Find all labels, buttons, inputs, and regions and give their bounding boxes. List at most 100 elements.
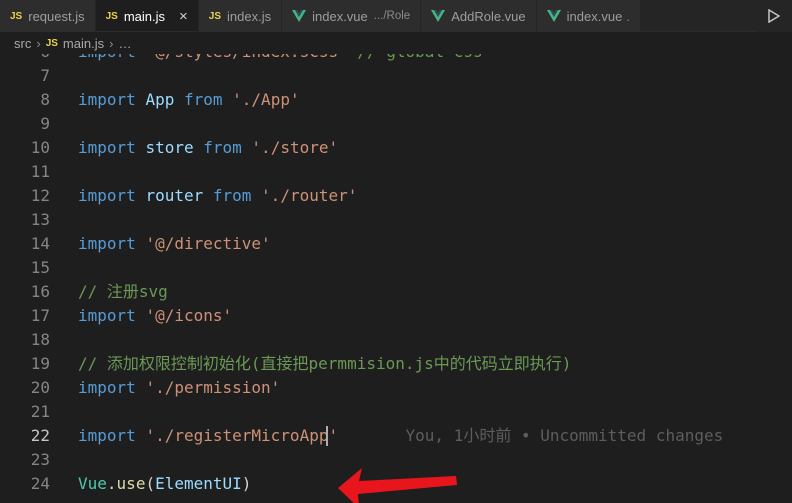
code-editor[interactable]: 6 import '@/styles/index.scss' // global … [0, 54, 792, 503]
vue-file-icon [546, 10, 561, 22]
tab-index-vue[interactable]: index.vue .../Role [282, 0, 422, 31]
line-number: 10 [30, 138, 50, 157]
code-line[interactable]: 12 import router from './router' [0, 184, 792, 208]
line-number: 18 [30, 330, 50, 349]
tab-addrole-vue[interactable]: AddRole.vue [421, 0, 537, 31]
line-number: 7 [40, 66, 50, 85]
code-line[interactable]: 6 import '@/styles/index.scss' // global … [0, 54, 792, 64]
text-cursor [326, 426, 328, 446]
line-number: 12 [30, 186, 50, 205]
code-token: Vue [78, 474, 107, 493]
code-token: import [78, 90, 136, 109]
code-token: import [78, 306, 136, 325]
line-code: import store from './store' [78, 136, 338, 160]
code-line[interactable]: 15 [0, 256, 792, 280]
tab-request-js[interactable]: JS request.js [0, 0, 96, 31]
code-token: // global css [357, 54, 482, 61]
code-token: '@/styles/index.scss' [145, 54, 347, 61]
editor-tab-bar: JS request.js JS main.js × JS index.js index.vu… [0, 0, 792, 32]
code-token: from [203, 138, 242, 157]
code-line[interactable]: 7 [0, 64, 792, 88]
code-line[interactable]: 16 // 注册svg [0, 280, 792, 304]
vue-file-icon [292, 10, 307, 22]
line-code: import './registerMicroApp' You, 1小时前 • … [78, 424, 723, 448]
line-code: import '@/directive' [78, 232, 271, 256]
tab-index-js[interactable]: JS index.js [198, 0, 283, 31]
vue-file-icon [431, 10, 446, 22]
code-token: '@/icons' [145, 306, 233, 325]
tab-index-vue[interactable]: index.vue. [536, 0, 641, 31]
code-line[interactable]: 10 import store from './store' [0, 136, 792, 160]
code-token: ( [145, 474, 156, 493]
code-line[interactable]: 8 import App from './App' [0, 88, 792, 112]
tab-label: index.vue [566, 8, 623, 24]
line-code: import router from './router' [78, 184, 357, 208]
code-line[interactable]: 22 import './registerMicroApp' You, 1小时前 … [0, 424, 792, 448]
tab-truncation: . [626, 8, 630, 24]
tab-label: main.js [123, 8, 166, 24]
code-line[interactable]: 9 [0, 112, 792, 136]
line-number: 19 [30, 354, 50, 373]
code-token: // 注册svg [78, 282, 168, 301]
code-line[interactable]: 21 [0, 400, 792, 424]
line-code: import '@/icons' [78, 304, 232, 328]
code-line[interactable]: 17 import '@/icons' [0, 304, 792, 328]
tab-main-js[interactable]: JS main.js × [95, 0, 199, 31]
line-number: 13 [30, 210, 50, 229]
code-line[interactable]: 19 // 添加权限控制初始化(直接把permmision.js中的代码立即执行) [0, 352, 792, 376]
line-number: 23 [30, 450, 50, 469]
annotation-arrow-icon [338, 468, 457, 503]
js-file-icon: JS [105, 10, 118, 22]
code-token: import [78, 234, 136, 253]
tab-label: AddRole.vue [451, 8, 526, 24]
line-number: 6 [0, 54, 50, 64]
code-token: import [78, 378, 136, 397]
code-line[interactable]: 14 import '@/directive' [0, 232, 792, 256]
close-icon[interactable]: × [179, 9, 188, 24]
code-token: // 添加权限控制初始化(直接把permmision.js中的代码立即执行) [78, 354, 572, 373]
line-number: 20 [30, 378, 50, 397]
code-token: router [145, 186, 204, 205]
code-token: './store' [251, 138, 339, 157]
git-blame-annotation: You, 1小时前 • Uncommitted changes [338, 426, 724, 445]
breadcrumb-symbol[interactable]: … [118, 36, 131, 51]
code-line[interactable]: 18 [0, 328, 792, 352]
code-token: '@/directive' [145, 234, 271, 253]
breadcrumb-folder[interactable]: src [14, 36, 31, 51]
code-line[interactable]: 20 import './permission' [0, 376, 792, 400]
play-icon [768, 9, 780, 23]
line-number: 16 [30, 282, 50, 301]
line-number: 21 [30, 402, 50, 421]
code-lines[interactable]: 6 import '@/styles/index.scss' // global … [0, 54, 792, 496]
line-number: 14 [30, 234, 50, 253]
tab-description: .../Role [373, 10, 411, 22]
breadcrumb-file[interactable]: main.js [63, 36, 104, 51]
run-button[interactable] [756, 0, 792, 32]
breadcrumb: src › JS main.js › … [0, 32, 792, 54]
code-token: import [78, 186, 136, 205]
line-number: 9 [40, 114, 50, 133]
code-token: ) [241, 474, 252, 493]
code-token: . [106, 474, 117, 493]
code-line[interactable]: 13 [0, 208, 792, 232]
line-number: 11 [30, 162, 50, 181]
breadcrumb-separator: › [36, 35, 41, 51]
line-code: // 添加权限控制初始化(直接把permmision.js中的代码立即执行) [78, 352, 571, 376]
code-token: './App' [232, 90, 300, 109]
code-line[interactable]: 11 [0, 160, 792, 184]
line-number: 22 [30, 426, 50, 445]
line-code: // 注册svg [78, 280, 168, 304]
line-code: Vue.use(ElementUI) [78, 472, 251, 496]
code-token: App [145, 90, 175, 109]
js-file-icon: JS [10, 10, 23, 22]
